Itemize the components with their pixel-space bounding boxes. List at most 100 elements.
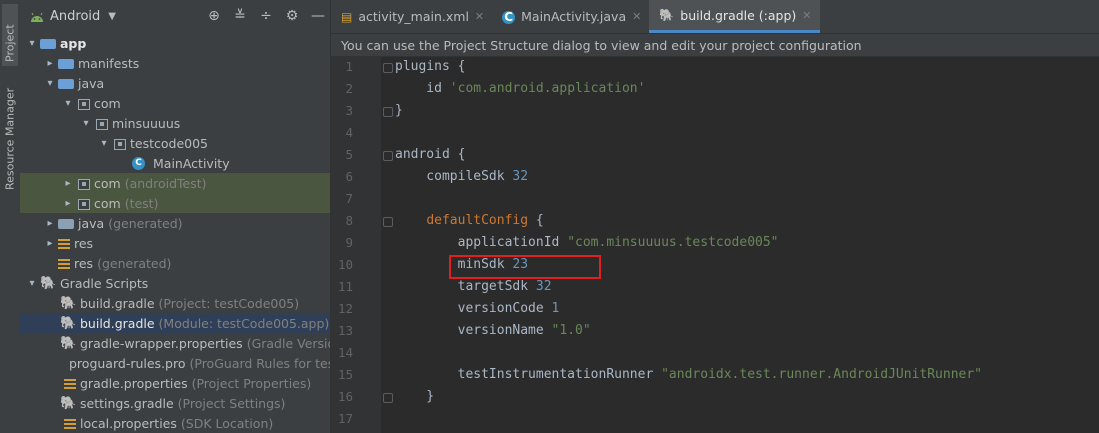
properties-file-icon xyxy=(64,379,76,389)
tree-item-mainactivity[interactable]: C MainActivity xyxy=(20,153,330,173)
chevron-down-icon[interactable]: ▾ xyxy=(24,278,40,289)
tree-item-hint: (generated) xyxy=(108,215,183,231)
tree-item-minsuuuus[interactable]: ▾ minsuuuus xyxy=(20,113,330,133)
tree-item-label: build.gradle xyxy=(80,315,155,331)
banner-text: You can use the Project Structure dialog… xyxy=(341,37,862,53)
tree-item-label: com xyxy=(94,195,121,211)
chevron-right-icon[interactable]: ▸ xyxy=(60,198,76,209)
locate-icon[interactable]: ⊕ xyxy=(206,8,222,24)
folder-icon xyxy=(58,79,74,89)
tree-item-build-gradle-project[interactable]: 🐘 build.gradle (Project: testCode005) xyxy=(20,293,330,313)
chevron-down-icon[interactable]: ▾ xyxy=(96,138,112,149)
line-number: 9 xyxy=(345,235,353,250)
chevron-down-icon[interactable]: ▾ xyxy=(60,98,76,109)
fold-marker-icon[interactable] xyxy=(383,151,393,161)
tree-item-com[interactable]: ▾ com xyxy=(20,93,330,113)
class-icon: C xyxy=(502,10,516,24)
tree-item-gradle-scripts[interactable]: ▾ 🐘 Gradle Scripts xyxy=(20,273,330,293)
project-tool-tab[interactable]: Project xyxy=(2,4,18,66)
line-number: 13 xyxy=(337,323,353,338)
gradle-icon: 🐘 xyxy=(60,316,77,331)
chevron-down-icon[interactable]: ▾ xyxy=(78,118,94,129)
gradle-icon: 🐘 xyxy=(60,336,77,351)
chevron-right-icon[interactable]: ▸ xyxy=(42,58,58,69)
tree-item-settings-gradle[interactable]: 🐘 settings.gradle (Project Settings) xyxy=(20,393,330,413)
tree-item-res[interactable]: ▸ res xyxy=(20,233,330,253)
resources-folder-icon xyxy=(58,239,70,249)
tree-item-label: MainActivity xyxy=(153,155,230,171)
class-icon: C xyxy=(132,157,145,170)
tree-item-hint: (Module: testCode005.app) xyxy=(158,315,330,331)
code-line: targetSdk 32 xyxy=(395,279,552,294)
close-icon[interactable]: ✕ xyxy=(802,9,811,22)
project-panel-header: Android ▼ ⊕ ≚ ÷ ⚙ — xyxy=(20,0,330,33)
tree-item-proguard-rules[interactable]: proguard-rules.pro (ProGuard Rules for t… xyxy=(20,353,330,373)
layout-file-icon: ▤ xyxy=(341,9,353,24)
tree-item-label: minsuuuus xyxy=(112,115,181,131)
package-icon xyxy=(78,198,90,210)
minimize-icon[interactable]: — xyxy=(310,8,326,24)
tree-item-local-properties[interactable]: local.properties (SDK Location) xyxy=(20,413,330,433)
tree-item-label: java xyxy=(78,75,105,91)
tree-item-java[interactable]: ▾ java xyxy=(20,73,330,93)
gradle-icon: 🐘 xyxy=(40,276,57,291)
project-view-selector[interactable]: Android xyxy=(50,9,100,24)
tree-item-com-test[interactable]: ▸ com (test) xyxy=(20,193,330,213)
chevron-right-icon[interactable]: ▸ xyxy=(42,218,58,229)
tab-build-gradle-app[interactable]: 🐘 build.gradle (:app) ✕ xyxy=(649,0,820,33)
editor-tabs: ▤ activity_main.xml ✕ C MainActivity.jav… xyxy=(331,0,1099,34)
tab-activity-main-xml[interactable]: ▤ activity_main.xml ✕ xyxy=(331,0,492,33)
resource-manager-tool-tab[interactable]: Resource Manager xyxy=(2,80,18,190)
tree-item-gradle-wrapper[interactable]: 🐘 gradle-wrapper.properties (Gradle Vers… xyxy=(20,333,330,353)
android-icon xyxy=(31,12,43,22)
chevron-right-icon[interactable]: ▸ xyxy=(42,238,58,249)
gear-icon[interactable]: ⚙ xyxy=(284,8,300,24)
line-number: 11 xyxy=(337,279,353,294)
tree-item-label: proguard-rules.pro xyxy=(69,355,186,371)
tree-item-label: java xyxy=(78,215,105,231)
close-icon[interactable]: ✕ xyxy=(632,10,641,23)
chevron-down-icon[interactable]: ▼ xyxy=(108,11,116,22)
tree-item-manifests[interactable]: ▸ manifests xyxy=(20,53,330,73)
tree-item-hint: (Project Properties) xyxy=(191,375,312,391)
tree-item-app[interactable]: ▾ app xyxy=(20,33,330,53)
tree-item-label: res xyxy=(74,235,94,251)
line-number: 12 xyxy=(337,301,353,316)
package-icon xyxy=(96,118,108,130)
tree-item-gradle-properties[interactable]: gradle.properties (Project Properties) xyxy=(20,373,330,393)
tab-mainactivity-java[interactable]: C MainActivity.java ✕ xyxy=(492,0,649,33)
gradle-icon: 🐘 xyxy=(659,8,675,22)
chevron-down-icon[interactable]: ▾ xyxy=(42,78,58,89)
tab-label: activity_main.xml xyxy=(358,9,469,24)
generated-folder-icon xyxy=(58,219,74,229)
line-number: 4 xyxy=(345,125,353,140)
expand-icon[interactable]: ÷ xyxy=(258,8,274,24)
code-line: plugins { xyxy=(395,59,466,74)
tree-item-label: res xyxy=(74,255,94,271)
project-structure-banner: You can use the Project Structure dialog… xyxy=(331,34,1099,57)
chevron-down-icon[interactable]: ▾ xyxy=(24,38,40,49)
chevron-right-icon[interactable]: ▸ xyxy=(60,178,76,189)
line-number: 17 xyxy=(337,411,353,426)
fold-marker-icon[interactable] xyxy=(383,393,393,403)
tree-item-res-generated[interactable]: res (generated) xyxy=(20,253,330,273)
collapse-icon[interactable]: ≚ xyxy=(232,8,248,24)
fold-marker-icon[interactable] xyxy=(383,107,393,117)
code-editor[interactable]: 1 2 3 4 5 6 7 8 9 10 11 12 13 14 15 16 17 plugins { id '… xyxy=(331,56,1099,433)
line-number: 1 xyxy=(345,59,353,74)
project-tool-label: Project xyxy=(3,24,17,62)
package-icon xyxy=(114,138,126,150)
tree-item-testcode005[interactable]: ▾ testcode005 xyxy=(20,133,330,153)
close-icon[interactable]: ✕ xyxy=(475,10,484,23)
tree-item-com-androidtest[interactable]: ▸ com (androidTest) xyxy=(20,173,330,193)
tree-item-label: local.properties xyxy=(80,415,177,431)
project-panel: Android ▼ ⊕ ≚ ÷ ⚙ — ▾ app ▸ manifests ▾ … xyxy=(20,0,331,433)
tree-item-java-generated[interactable]: ▸ java (generated) xyxy=(20,213,330,233)
package-icon xyxy=(78,98,90,110)
line-number: 16 xyxy=(337,389,353,404)
code-line: compileSdk 32 xyxy=(395,169,529,184)
fold-marker-icon[interactable] xyxy=(383,217,393,227)
fold-marker-icon[interactable] xyxy=(383,63,393,73)
code-line: android { xyxy=(395,147,466,162)
tree-item-build-gradle-module[interactable]: 🐘 build.gradle (Module: testCode005.app) xyxy=(20,313,330,333)
